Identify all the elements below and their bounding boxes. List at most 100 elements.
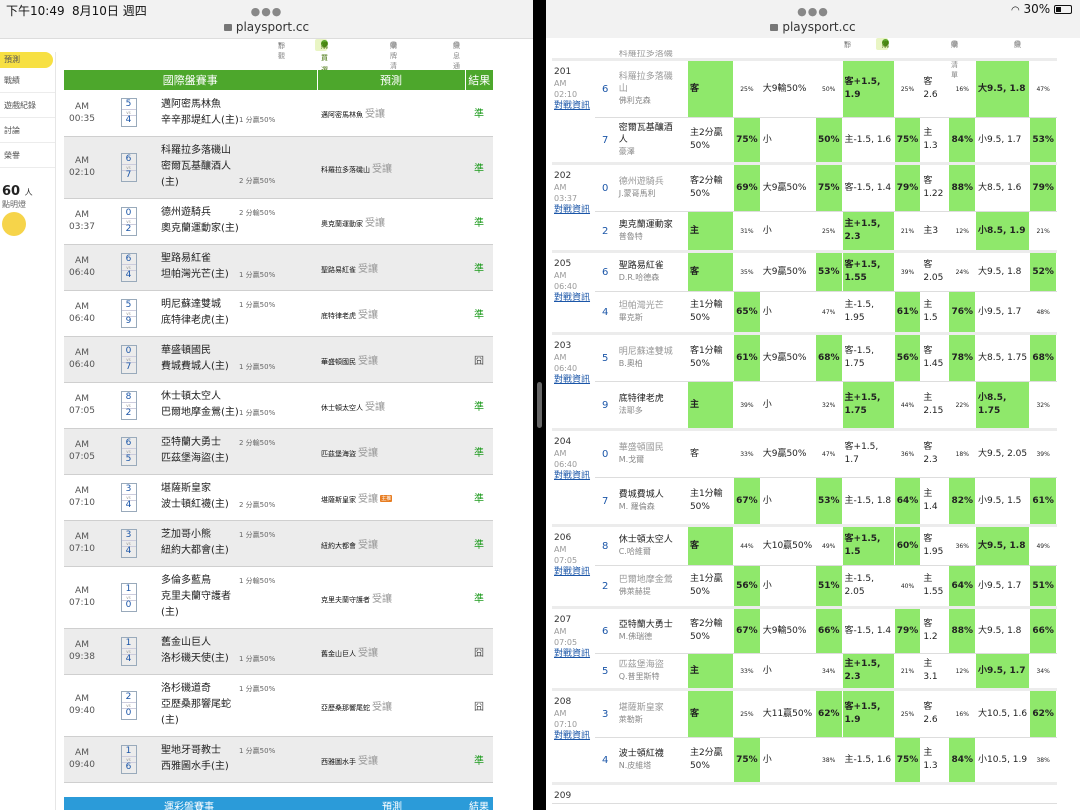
sidebar-tab-predict[interactable]: 預測 [0, 52, 53, 68]
odds-cell: 48% [1029, 291, 1057, 334]
game-time: AM 07:10 [64, 520, 100, 567]
odds-cell: 82% [948, 477, 977, 526]
odds-cell: 79% [1029, 162, 1057, 212]
odds-cell: 小8.5, 1.9 [975, 211, 1031, 252]
lightbulb-icon[interactable] [2, 212, 26, 236]
result-mark: 囧 [465, 628, 493, 675]
game-time: AM 07:10 [64, 566, 100, 629]
result-mark: 準 [465, 736, 493, 783]
odds-cell: 客2分輸50% [687, 162, 735, 212]
table-row: AM 09:38 1 vs 4 舊金山巨人 洛杉磯天使(主) 1 分贏50% 舊金山巨人 受讓囧 [64, 628, 493, 675]
game-id-cell: 206 AM 07:05 對戰資訊 [552, 524, 595, 608]
result-mark: 準 [465, 198, 493, 245]
matchup-info-link[interactable]: 對戰資訊 [554, 731, 590, 741]
handicap-hint: 2 分贏50% [239, 500, 276, 509]
odds-cell: 56% [733, 565, 761, 608]
score-box: 8 vs 2 [100, 382, 157, 429]
odds-cell: 75% [894, 117, 922, 164]
col-header-result: 結果 [465, 70, 493, 90]
odds-cell: 主 1.55 [920, 565, 950, 608]
result-mark: 準 [465, 520, 493, 567]
odds-cell: 32% [815, 381, 843, 430]
table-row: AM 06:40 5 vs 9 明尼蘇達雙城 底特律老虎(主) 1 分贏50% 底特律老虎 受讓準 [64, 290, 493, 337]
subnav-item-0[interactable]: 靜觀 ▾ [844, 39, 851, 59]
odds-cell: 大11贏50% [760, 688, 816, 738]
odds-cell: 60% [894, 524, 922, 566]
subnav-item-1[interactable]: 購買選單 [315, 39, 328, 86]
odds-cell: 小 [760, 477, 816, 526]
sidebar-item-honor[interactable]: 榮譽 [0, 143, 55, 168]
odds-cell: 24% [948, 250, 977, 292]
odds-cell: 主1.3 [920, 117, 950, 164]
multitask-dots-icon-right[interactable]: ●●● [546, 2, 1080, 21]
odds-cell: 小 [760, 211, 816, 252]
prediction-cell: 克里夫蘭守護者 受讓 [317, 566, 465, 629]
odds-cell: 88% [948, 606, 977, 654]
odds-cell: 主-1.5, 1.8 [842, 477, 895, 526]
table-row-partial: 科羅拉多落磯 [552, 50, 1058, 60]
odds-cell: 21% [894, 211, 922, 252]
game-row: 207 AM 07:05 對戰資訊 6 亞特蘭大勇士 M.佛瑞德 客2分輸50% 67% 大9輸5… [552, 606, 1057, 690]
matchup-info-link[interactable]: 對戰資訊 [554, 649, 590, 659]
team-names: 德州遊騎兵 奧克蘭運動家(主) 2 分輸50% [157, 198, 317, 245]
score-box: 3 vs 4 [100, 520, 157, 567]
matchup-info-link[interactable]: 對戰資訊 [554, 293, 590, 303]
game-time: AM 00:35 [64, 90, 100, 137]
away-score: 6 [594, 250, 617, 292]
odds-cell: 小9.5, 1.7 [975, 291, 1031, 334]
odds-cell: 主+1.5, 2.3 [842, 653, 895, 690]
matchup-info-link[interactable]: 對戰資訊 [554, 567, 590, 577]
handicap-hint: 2 分輸50% [239, 438, 276, 447]
matchup-info-link[interactable]: 對戰資訊 [554, 205, 590, 215]
odds-cell: 33% [733, 428, 761, 478]
prediction-cell: 亞歷桑那響尾蛇 受讓 [317, 674, 465, 737]
odds-cell: 主2分贏50% [687, 737, 735, 784]
odds-cell: 75% [733, 737, 761, 784]
odds-cell: 76% [948, 291, 977, 334]
odds-cell: 36% [894, 428, 922, 478]
sidebar-item-record[interactable]: 戰績 [0, 68, 55, 93]
odds-cell: 大9.5, 1.8 [975, 524, 1031, 566]
result-mark: 囧 [465, 674, 493, 737]
odds-cell: 25% [733, 688, 761, 738]
home-score: 2 [594, 211, 617, 252]
lock-icon [770, 24, 779, 31]
sidebar-item-discuss[interactable]: 討論 [0, 118, 55, 143]
score-box: 2 vs 0 [100, 674, 157, 737]
home-team: 奧克蘭運動家 普魯特 [616, 211, 688, 252]
odds-cell: 小 [760, 565, 816, 608]
intl-games-table: 國際盤賽事 預測 結果 AM 00:35 5 vs 4 邁阿密馬林魚 辛辛那堤紅人(主) 1 … [64, 70, 493, 783]
split-handle[interactable] [537, 382, 542, 428]
score-box: 6 vs 7 [100, 136, 157, 199]
odds-cell: 53% [1029, 117, 1057, 164]
matchup-info-link[interactable]: 對戰資訊 [554, 101, 590, 111]
game-time: AM 07:05 [64, 382, 100, 429]
odds-cell: 66% [815, 606, 843, 654]
odds-cell: 47% [1029, 58, 1057, 118]
result-mark: 準 [465, 474, 493, 521]
matchup-info-link[interactable]: 對戰資訊 [554, 471, 590, 481]
handicap-hint: 1 分贏50% [239, 746, 276, 755]
result-mark: 準 [465, 90, 493, 137]
odds-cell: 主1.4 [920, 477, 950, 526]
address-bar-right[interactable]: ●●● playsport.cc [546, 5, 1080, 39]
odds-cell: 小 [760, 381, 816, 430]
light-note: 點明燈 [2, 200, 26, 209]
team-names: 洛杉磯道奇 亞歷桑那響尾蛇 (主) 1 分贏50% [157, 674, 317, 737]
game-row: 204 AM 06:40 對戰資訊 0 華盛頓國民 M.戈爾客 33% 大9贏50% 47% 客+1… [552, 428, 1057, 526]
subnav-item-0[interactable]: 靜觀 ▾ [278, 40, 285, 60]
subnav-item-1[interactable]: 購買選單 [876, 38, 889, 85]
multitask-dots-icon[interactable]: ●●● [0, 2, 533, 21]
address-bar[interactable]: ●●● playsport.cc [0, 5, 533, 39]
game-id-cell: 205 AM 06:40 對戰資訊 [552, 250, 595, 334]
prediction-cell: 舊金山巨人 受讓 [317, 628, 465, 675]
odds-cell: 65% [733, 291, 761, 334]
matchup-info-link[interactable]: 對戰資訊 [554, 375, 590, 385]
odds-cell: 主-1.5, 1.95 [842, 291, 895, 334]
home-team: 匹茲堡海盜 Q.普里斯特 [616, 653, 688, 690]
odds-cell: 大10.5, 1.6 [975, 688, 1031, 738]
odds-cell: 49% [815, 524, 843, 566]
game-row: 9 底特律老虎 法耶多主 39% 小 32% 主+1.5, 1.75 44% 主 2.15 22%… [552, 381, 1057, 430]
prediction-cell: 休士頓太空人 受讓 [317, 382, 465, 429]
sidebar-item-history[interactable]: 遊戲紀錄 [0, 93, 55, 118]
